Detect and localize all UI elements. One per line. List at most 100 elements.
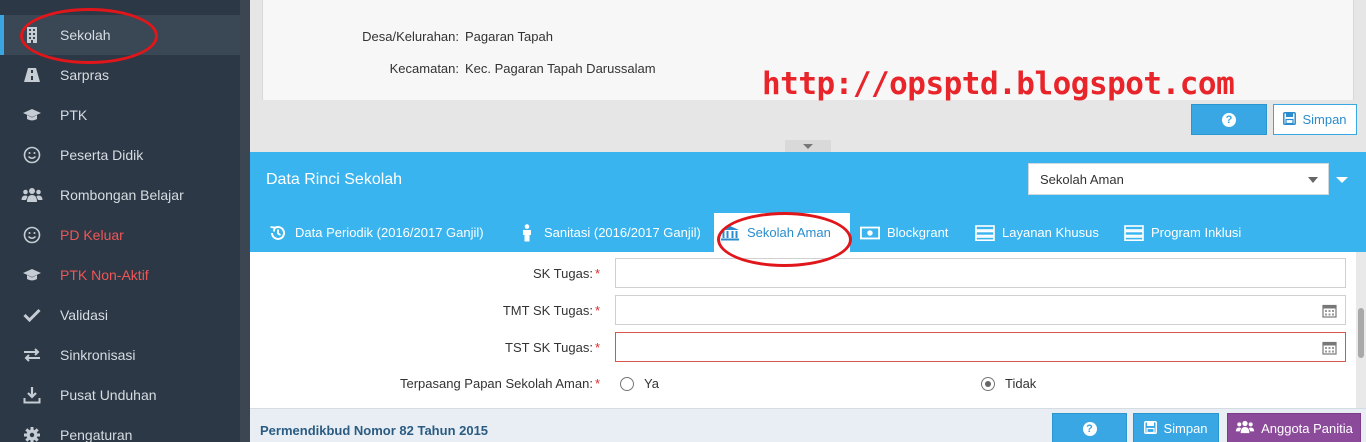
tab-program-inklusi[interactable]: Program Inklusi (1118, 213, 1247, 252)
tab-label: Sanitasi (2016/2017 Ganjil) (544, 225, 701, 240)
sidebar-item-pd-keluar[interactable]: PD Keluar (0, 215, 240, 255)
smile-icon (21, 224, 43, 246)
required-mark: * (594, 376, 600, 391)
sidebar-item-sarpras[interactable]: Sarpras (0, 55, 240, 95)
check-icon (21, 304, 43, 326)
panel-footer: Permendikbud Nomor 82 Tahun 2015 ? Simpa… (250, 408, 1366, 442)
group-icon (21, 184, 43, 206)
tab-blockgrant[interactable]: Blockgrant (854, 213, 954, 252)
server-icon (1124, 224, 1144, 242)
sidebar: Sekolah Sarpras PTK Peserta Didik Rombon… (0, 0, 240, 442)
sidebar-item-ptk-non-aktif[interactable]: PTK Non-Aktif (0, 255, 240, 295)
save-icon (1283, 111, 1297, 128)
chevron-down-icon (1308, 177, 1318, 183)
form-scrollbar[interactable] (1356, 252, 1366, 408)
exchange-icon (21, 344, 43, 366)
help-button[interactable]: ? (1191, 104, 1267, 135)
sidebar-item-validasi[interactable]: Validasi (0, 295, 240, 335)
sidebar-item-sekolah[interactable]: Sekolah (0, 15, 240, 55)
sidebar-item-pengaturan[interactable]: Pengaturan (0, 415, 240, 442)
sidebar-item-label: Pengaturan (60, 427, 133, 442)
calendar-icon[interactable] (1322, 303, 1337, 318)
road-icon (21, 64, 43, 86)
sidebar-splitter[interactable] (240, 0, 250, 442)
anggota-panitia-button[interactable]: Anggota Panitia (1227, 413, 1361, 442)
panel-menu-caret-icon[interactable] (1336, 177, 1348, 183)
footer-save-button[interactable]: Simpan (1133, 413, 1219, 442)
footer-regulation-text: Permendikbud Nomor 82 Tahun 2015 (260, 423, 489, 438)
tmt-sk-tugas-date-input[interactable] (615, 295, 1346, 325)
sidebar-item-label: Pusat Unduhan (60, 387, 157, 403)
field-label: Desa/Kelurahan: (362, 28, 459, 44)
papan-label-text: Terpasang Papan Sekolah Aman: (399, 376, 593, 391)
money-icon (860, 224, 880, 242)
radio-tidak-circle[interactable] (981, 376, 995, 391)
sidebar-item-label: Sarpras (60, 67, 110, 83)
section-select[interactable]: Sekolah Aman (1028, 163, 1329, 195)
radio-ya-circle[interactable] (620, 376, 634, 391)
sidebar-item-label: PTK (60, 107, 88, 123)
sidebar-item-rombongan-belajar[interactable]: Rombongan Belajar (0, 175, 240, 215)
tab-data-periodik[interactable]: Data Periodik (2016/2017 Ganjil) (262, 213, 490, 252)
sidebar-item-partial[interactable] (0, 0, 240, 15)
sidebar-item-label: Peserta Didik (60, 147, 144, 163)
required-mark: * (594, 340, 600, 355)
sk-tugas-input[interactable] (615, 258, 1346, 288)
tmt-sk-tugas-label: TMT SK Tugas: * (250, 303, 600, 318)
panel-title: Data Rinci Sekolah (266, 171, 403, 188)
required-mark: * (594, 266, 600, 281)
sidebar-item-sinkronisasi[interactable]: Sinkronisasi (0, 335, 240, 375)
tab-sanitasi[interactable]: Sanitasi (2016/2017 Ganjil) (511, 213, 707, 252)
sidebar-item-label: Sinkronisasi (60, 347, 136, 363)
required-mark: * (594, 303, 600, 318)
question-icon: ? (1222, 112, 1236, 127)
sk-tugas-label: SK Tugas: * (250, 266, 600, 281)
tab-label: Blockgrant (887, 225, 949, 240)
save-button[interactable]: Simpan (1273, 104, 1357, 135)
sidebar-item-peserta-didik[interactable]: Peserta Didik (0, 135, 240, 175)
sidebar-item-label: PD Keluar (60, 227, 124, 243)
sidebar-item-ptk[interactable]: PTK (0, 95, 240, 135)
download-icon (21, 384, 43, 406)
building-icon (21, 24, 43, 46)
watermark-url: http://opsptd.blogspot.com (762, 66, 1235, 102)
tab-label: Layanan Khusus (1002, 225, 1099, 240)
scrollbar-thumb[interactable] (1358, 308, 1364, 358)
field-value: Kec. Pagaran Tapah Darussalam (465, 60, 656, 76)
footer-save-label: Simpan (1163, 421, 1208, 436)
server-icon (975, 224, 995, 242)
footer-help-button[interactable]: ? (1052, 413, 1127, 442)
question-icon: ? (1082, 421, 1097, 436)
sk-tugas-label-text: SK Tugas: (532, 266, 593, 281)
panel-collapse-handle[interactable] (785, 140, 831, 152)
tab-label: Data Periodik (2016/2017 Ganjil) (295, 225, 484, 240)
section-select-value: Sekolah Aman (1040, 171, 1124, 187)
person-icon (517, 223, 537, 242)
gear-icon (21, 424, 43, 442)
radio-tidak-label: Tidak (1005, 376, 1037, 391)
field-desa-kelurahan: Desa/Kelurahan: Pagaran Tapah (263, 27, 553, 45)
save-icon (1144, 420, 1158, 437)
sidebar-item-label: PTK Non-Aktif (60, 267, 149, 283)
calendar-icon[interactable] (1322, 340, 1337, 355)
tst-sk-tugas-date-input[interactable] (615, 332, 1346, 362)
sidebar-item-pusat-unduhan[interactable]: Pusat Unduhan (0, 375, 240, 415)
tst-sk-tugas-label: TST SK Tugas: * (250, 340, 600, 355)
tab-layanan-khusus[interactable]: Layanan Khusus (969, 213, 1105, 252)
caret-down-icon (803, 143, 813, 149)
tab-label: Program Inklusi (1151, 225, 1242, 240)
field-value: Pagaran Tapah (465, 28, 553, 44)
sekolah-aman-form: SK Tugas: * TMT SK Tugas: * TST SK Tugas: *… (250, 252, 1356, 408)
sidebar-item-label: Validasi (60, 307, 108, 323)
radio-ya[interactable]: Ya (620, 376, 659, 391)
tmt-sk-tugas-label-text: TMT SK Tugas: (502, 303, 593, 318)
smile-icon (21, 144, 43, 166)
radio-tidak[interactable]: Tidak (981, 376, 1036, 391)
tst-sk-tugas-label-text: TST SK Tugas: (505, 340, 593, 355)
anggota-panitia-label: Anggota Panitia (1261, 421, 1353, 436)
tab-label: Sekolah Aman (747, 225, 831, 240)
tab-sekolah-aman[interactable]: Sekolah Aman (714, 213, 850, 252)
sidebar-item-label: Sekolah (60, 27, 111, 43)
field-kecamatan: Kecamatan: Kec. Pagaran Tapah Darussalam (263, 59, 656, 77)
graduation-cap-icon (21, 104, 43, 126)
